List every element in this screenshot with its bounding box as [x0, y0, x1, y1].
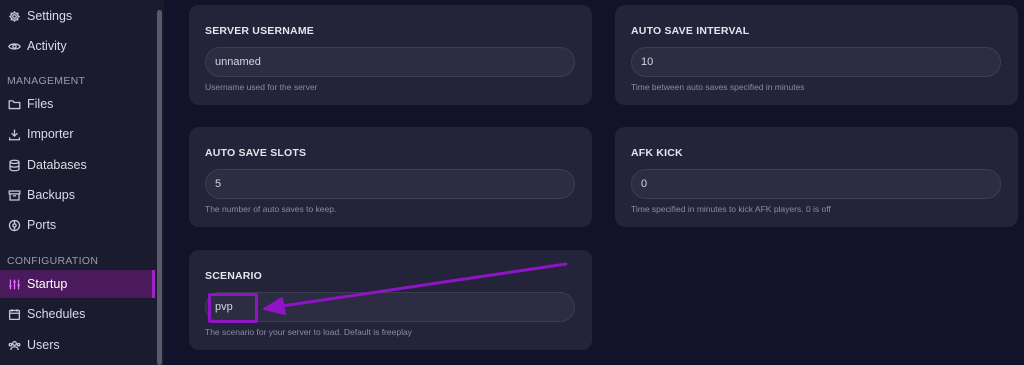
variable-title: AFK KICK — [631, 147, 683, 159]
sidebar-item-activity[interactable]: Activity — [0, 32, 155, 60]
sidebar-scrollbar[interactable] — [157, 10, 162, 365]
sidebar-item-ports[interactable]: Ports — [0, 211, 155, 239]
variable-card-afk-kick: AFK KICK 0 Time specified in minutes to … — [615, 127, 1018, 227]
auto-save-interval-input[interactable]: 10 — [631, 47, 1001, 77]
variable-title: AUTO SAVE SLOTS — [205, 147, 307, 159]
database-icon — [7, 158, 21, 172]
sidebar-item-label: Activity — [27, 39, 67, 53]
sidebar-item-databases[interactable]: Databases — [0, 151, 155, 179]
eye-icon — [7, 39, 21, 53]
gear-icon — [7, 9, 21, 23]
variable-hint: The number of auto saves to keep. — [205, 204, 337, 214]
sidebar-item-label: Files — [27, 97, 54, 111]
variable-title: SCENARIO — [205, 270, 263, 282]
archive-icon — [7, 188, 21, 202]
sidebar-item-label: Users — [27, 338, 60, 352]
sidebar-item-settings[interactable]: Settings — [0, 2, 155, 30]
variable-hint: Username used for the server — [205, 82, 318, 92]
sidebar-item-label: Importer — [27, 127, 74, 141]
users-icon — [7, 338, 21, 352]
variable-card-auto-save-interval: AUTO SAVE INTERVAL 10 Time between auto … — [615, 5, 1018, 105]
sidebar-item-startup[interactable]: Startup — [0, 270, 155, 298]
network-icon — [7, 218, 21, 232]
afk-kick-input[interactable]: 0 — [631, 169, 1001, 199]
sidebar-item-label: Ports — [27, 218, 57, 232]
variable-title: AUTO SAVE INTERVAL — [631, 25, 750, 37]
auto-save-slots-input[interactable]: 5 — [205, 169, 575, 199]
folder-icon — [7, 97, 21, 111]
variable-card-auto-save-slots: AUTO SAVE SLOTS 5 The number of auto sav… — [189, 127, 592, 227]
download-icon — [7, 127, 21, 141]
sidebar-item-label: Startup — [27, 277, 68, 291]
sidebar-item-users[interactable]: Users — [0, 331, 155, 359]
annotation-highlight-box — [208, 293, 258, 323]
sidebar-item-importer[interactable]: Importer — [0, 120, 155, 148]
sidebar-item-backups[interactable]: Backups — [0, 181, 155, 209]
sidebar-item-label: Backups — [27, 188, 75, 202]
sidebar-item-label: Schedules — [27, 307, 86, 321]
calendar-icon — [7, 307, 21, 321]
section-heading-management: MANAGEMENT — [7, 75, 86, 87]
sidebar: Settings Activity MANAGEMENT Files Impor… — [0, 0, 164, 365]
variable-hint: The scenario for your server to load. De… — [205, 327, 412, 337]
sliders-icon — [7, 277, 21, 291]
variable-title: SERVER USERNAME — [205, 25, 314, 37]
scenario-input[interactable]: pvp — [205, 292, 575, 322]
section-heading-configuration: CONFIGURATION — [7, 255, 99, 267]
sidebar-item-files[interactable]: Files — [0, 90, 155, 118]
sidebar-item-label: Databases — [27, 158, 87, 172]
server-username-input[interactable]: unnamed — [205, 47, 575, 77]
variable-hint: Time between auto saves specified in min… — [631, 82, 805, 92]
sidebar-item-label: Settings — [27, 9, 73, 23]
variable-card-server-username: SERVER USERNAME unnamed Username used fo… — [189, 5, 592, 105]
variable-hint: Time specified in minutes to kick AFK pl… — [631, 204, 831, 214]
sidebar-item-schedules[interactable]: Schedules — [0, 300, 155, 328]
